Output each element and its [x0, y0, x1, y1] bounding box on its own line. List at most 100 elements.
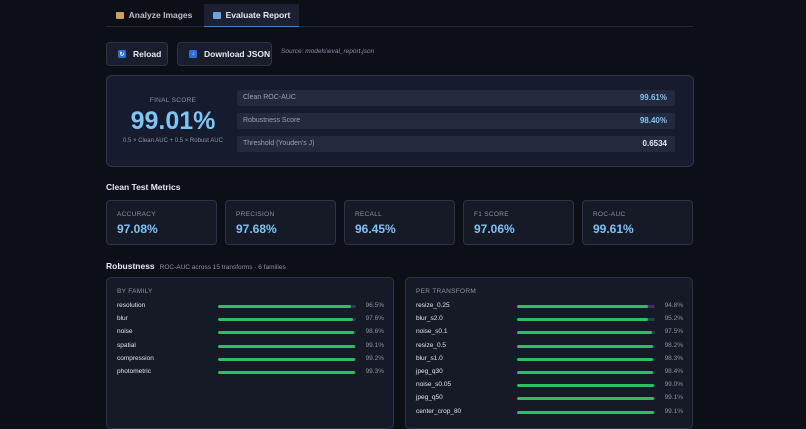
- family-row-bar-fill: [218, 305, 352, 308]
- metric-value: 97.68%: [236, 222, 277, 236]
- transform-row-label: blur_s1.0: [416, 354, 443, 362]
- metric-label: F1 SCORE: [474, 211, 509, 218]
- row-key: Robustness Score: [243, 117, 301, 124]
- metric-label: ACCURACY: [117, 211, 156, 218]
- tab-label: Evaluate Report: [225, 10, 291, 20]
- family-row-percent: 98.6%: [365, 328, 384, 336]
- metric-value: 97.08%: [117, 222, 158, 236]
- final-score-formula: 0.5 × Clean AUC + 0.5 × Robust AUC: [123, 138, 223, 144]
- per-transform-title: PER TRANSFORM: [416, 288, 477, 295]
- metric-card-recall: RECALL 96.45%: [344, 200, 455, 245]
- transform-row-percent: 94.8%: [664, 302, 683, 309]
- transform-row-bar-fill: [517, 397, 654, 401]
- metric-label: RECALL: [355, 211, 383, 218]
- transform-row-label: jpeg_q30: [416, 368, 443, 375]
- image-icon: [115, 11, 124, 19]
- transform-row-percent: 98.2%: [664, 341, 683, 349]
- transform-row-percent: 99.1%: [664, 394, 683, 402]
- family-row-percent: 97.6%: [365, 315, 384, 323]
- family-row-bar-track: [218, 357, 356, 361]
- family-row-bar-track: [218, 344, 356, 348]
- transform-row-bar-fill: [517, 318, 649, 322]
- family-row-bar-fill: [218, 371, 356, 374]
- family-row-label: resolution: [117, 302, 146, 309]
- family-row-label: compression: [117, 354, 154, 362]
- metric-label: PRECISION: [236, 211, 275, 218]
- transform-row-label: resize_0.25: [416, 302, 450, 309]
- transform-row-bar-fill: [517, 371, 653, 374]
- transform-row-label: blur_s2.0: [416, 315, 443, 323]
- final-score-card: FINAL SCORE 99.01% 0.5 × Clean AUC + 0.5…: [106, 75, 694, 167]
- transform-row-percent: 98.4%: [664, 368, 683, 375]
- transform-row-bar-track: [517, 384, 655, 388]
- transform-row-bar-track: [517, 410, 655, 414]
- family-row-bar-fill: [218, 331, 355, 335]
- per-transform-panel: PER TRANSFORM resize_0.25 94.8% blur_s2.0 9…: [405, 277, 693, 429]
- transform-row-bar-fill: [517, 305, 648, 308]
- family-row-bar-fill: [218, 318, 353, 322]
- transform-row-bar-track: [517, 305, 655, 308]
- family-row-label: spatial: [117, 341, 136, 349]
- tab-evaluate-report[interactable]: Evaluate Report: [204, 4, 299, 27]
- reload-icon: ↻: [118, 50, 126, 58]
- transform-row-percent: 97.5%: [664, 328, 683, 336]
- robustness-title-line: Robustness ROC-AUC across 15 transforms ·…: [106, 261, 286, 271]
- source-path: Source: models\eval_report.json: [281, 48, 375, 55]
- family-row-percent: 96.5%: [365, 302, 384, 309]
- by-family-title: BY FAMILY: [117, 288, 153, 295]
- family-row-bar-fill: [218, 357, 355, 361]
- transform-row-bar-track: [517, 318, 655, 322]
- transform-row-bar-track: [517, 397, 655, 401]
- download-label: Download JSON: [204, 49, 271, 59]
- final-score-value: 99.01%: [130, 107, 216, 135]
- metric-card-roc-auc: ROC-AUC 99.61%: [582, 200, 693, 245]
- transform-row-bar-fill: [517, 410, 654, 414]
- family-row-bar-track: [218, 331, 356, 335]
- family-row-percent: 99.1%: [365, 341, 384, 349]
- transform-row-label: jpeg_q50: [416, 394, 443, 402]
- threshold-row: Threshold (Youden's J) 0.6534: [237, 136, 675, 152]
- tab-analyze-images[interactable]: Analyze Images: [106, 4, 202, 26]
- family-row-label: noise: [117, 328, 133, 336]
- metric-value: 97.06%: [474, 222, 515, 236]
- family-row-label: blur: [117, 315, 128, 323]
- family-row-bar-fill: [218, 344, 355, 348]
- row-value: 98.40%: [639, 116, 667, 125]
- chart-icon: [212, 11, 221, 19]
- clean-roc-auc-row: Clean ROC-AUC 99.61%: [237, 90, 675, 106]
- robustness-score-row: Robustness Score 98.40%: [237, 113, 675, 129]
- family-row-bar-track: [218, 318, 356, 322]
- transform-row-bar-fill: [517, 331, 652, 335]
- family-row-percent: 99.3%: [365, 368, 384, 375]
- transform-row-label: noise_s0.05: [416, 381, 452, 389]
- transform-row-bar-fill: [517, 357, 653, 361]
- transform-row-percent: 98.3%: [664, 354, 683, 362]
- family-row-bar-track: [218, 305, 356, 308]
- row-value: 99.61%: [639, 93, 667, 102]
- reload-label: Reload: [133, 49, 162, 59]
- family-row-percent: 99.2%: [365, 354, 384, 362]
- transform-row-percent: 99.0%: [664, 381, 683, 389]
- family-row-label: photometric: [117, 368, 151, 375]
- robustness-title: Robustness: [106, 261, 155, 271]
- metric-card-precision: PRECISION 97.68%: [225, 200, 336, 245]
- download-json-button[interactable]: ↓ Download JSON: [177, 42, 272, 66]
- row-key: Clean ROC-AUC: [243, 94, 296, 101]
- row-key: Threshold (Youden's J): [243, 140, 315, 147]
- transform-row-bar-track: [517, 331, 655, 335]
- transform-row-percent: 95.2%: [664, 315, 683, 323]
- transform-row-label: resize_0.5: [416, 341, 446, 349]
- transform-row-bar-track: [517, 344, 655, 348]
- metric-card-f1-score: F1 SCORE 97.06%: [463, 200, 574, 245]
- transform-row-label: noise_s0.1: [416, 328, 448, 336]
- transform-row-percent: 99.1%: [664, 407, 683, 415]
- transform-row-bar-fill: [517, 344, 653, 348]
- reload-button[interactable]: ↻ Reload: [106, 42, 168, 66]
- download-icon: ↓: [189, 50, 197, 58]
- transform-row-bar-track: [517, 357, 655, 361]
- transform-row-label: center_crop_80: [416, 407, 462, 415]
- by-family-panel: BY FAMILY resolution 96.5% blur 97.6% noise 9…: [106, 277, 394, 429]
- metric-value: 99.61%: [593, 222, 634, 236]
- metric-label: ROC-AUC: [593, 211, 626, 218]
- metric-value: 96.45%: [355, 222, 396, 236]
